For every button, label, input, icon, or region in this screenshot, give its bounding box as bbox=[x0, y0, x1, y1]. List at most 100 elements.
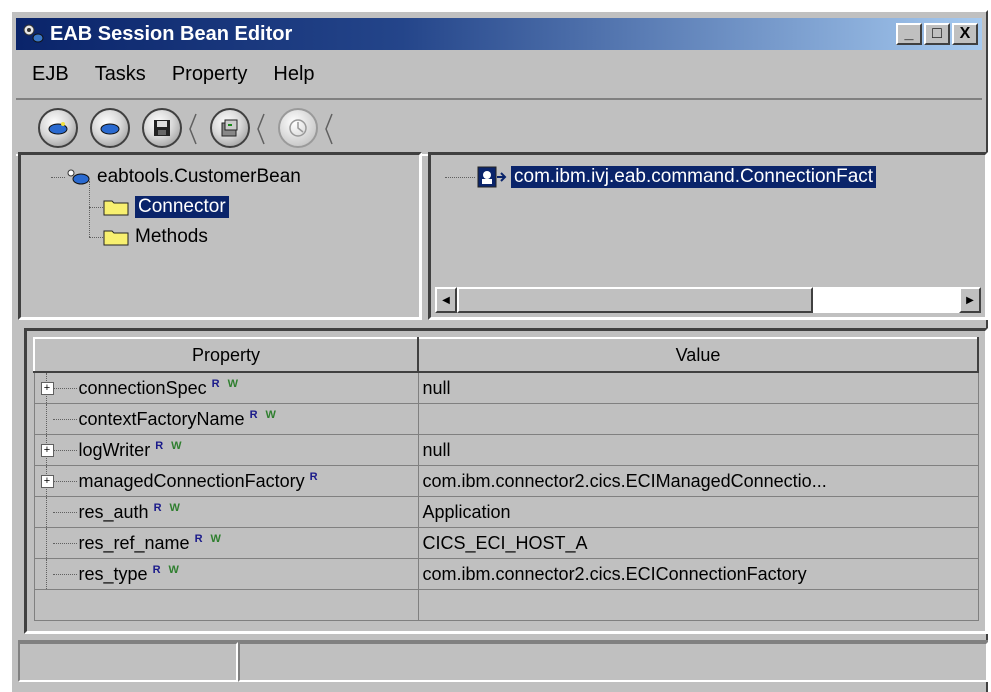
tree-connector bbox=[52, 450, 77, 451]
readable-badge: R bbox=[194, 532, 203, 545]
property-sheet-panel: Property Value + connectionSpec R Wnull co… bbox=[24, 328, 988, 634]
scroll-right-button[interactable]: ▶ bbox=[959, 287, 981, 313]
property-name: res_auth bbox=[78, 501, 149, 522]
property-name-cell[interactable]: + logWriter R W bbox=[33, 434, 419, 466]
toolbar-separator bbox=[325, 113, 333, 145]
tree-connector bbox=[45, 497, 47, 527]
save-button[interactable] bbox=[142, 108, 182, 148]
status-cell bbox=[18, 642, 238, 682]
property-name-cell[interactable]: res_auth R W bbox=[33, 496, 419, 528]
writable-badge: W bbox=[265, 408, 276, 421]
window-title: EAB Session Bean Editor bbox=[50, 22, 293, 45]
tree-item-connector[interactable]: Connector bbox=[103, 194, 229, 220]
toolbar-separator bbox=[189, 113, 197, 145]
table-row[interactable]: contextFactoryName R W bbox=[33, 403, 979, 435]
tree-connector bbox=[45, 404, 47, 434]
property-value-cell[interactable]: null bbox=[417, 371, 979, 404]
folder-icon bbox=[103, 200, 129, 216]
property-value-cell[interactable] bbox=[417, 403, 979, 435]
tree-connector bbox=[52, 574, 77, 575]
writable-badge: W bbox=[227, 377, 238, 390]
connection-factory-item[interactable]: com.ibm.ivj.eab.command.ConnectionFact bbox=[477, 164, 877, 190]
tree-connector bbox=[45, 528, 47, 558]
tree-connector bbox=[45, 559, 47, 589]
table-row[interactable]: + connectionSpec R Wnull bbox=[33, 371, 979, 404]
minimize-icon: _ bbox=[904, 25, 914, 42]
value-column-header[interactable]: Value bbox=[417, 337, 979, 373]
property-name: logWriter bbox=[78, 439, 151, 460]
tree-connector bbox=[52, 543, 77, 544]
tree-item-methods[interactable]: Methods bbox=[103, 224, 208, 250]
arrow-left-icon: ◀ bbox=[442, 294, 450, 306]
tree-connector bbox=[445, 177, 475, 178]
open-bean-icon bbox=[100, 123, 120, 135]
property-name: connectionSpec bbox=[78, 377, 207, 398]
horizontal-scrollbar[interactable]: ◀ ▶ bbox=[435, 287, 981, 313]
save-icon bbox=[154, 120, 170, 136]
empty-row bbox=[33, 589, 979, 621]
property-value-cell[interactable]: com.ibm.connector2.cics.ECIManagedConnec… bbox=[417, 465, 979, 497]
expand-icon[interactable]: + bbox=[40, 444, 54, 457]
status-cell bbox=[238, 642, 988, 682]
property-value-cell[interactable]: null bbox=[417, 434, 979, 466]
menu-help[interactable]: Help bbox=[273, 63, 314, 86]
menu-ejb[interactable]: EJB bbox=[32, 63, 69, 86]
deploy-icon bbox=[289, 119, 307, 137]
connection-factory-icon bbox=[477, 166, 507, 188]
toolbar-separator bbox=[257, 113, 265, 145]
property-table: Property Value + connectionSpec R Wnull co… bbox=[33, 337, 979, 621]
property-column-header[interactable]: Property bbox=[33, 337, 419, 373]
writable-badge: W bbox=[169, 501, 180, 514]
table-row[interactable]: + managedConnectionFactory Rcom.ibm.conne… bbox=[33, 465, 979, 497]
property-name-cell[interactable]: res_ref_name R W bbox=[33, 527, 419, 559]
writable-badge: W bbox=[210, 532, 221, 545]
minimize-button[interactable]: _ bbox=[896, 23, 922, 45]
table-row[interactable]: + logWriter R Wnull bbox=[33, 434, 979, 466]
folder-icon bbox=[103, 230, 129, 246]
menu-bar: EJB Tasks Property Help bbox=[16, 58, 325, 90]
readable-badge: R bbox=[153, 501, 162, 514]
scroll-thumb[interactable] bbox=[457, 287, 813, 313]
bean-app-icon bbox=[22, 23, 46, 45]
tree-item-root[interactable]: eabtools.CustomerBean bbox=[65, 164, 301, 190]
menu-property[interactable]: Property bbox=[172, 63, 248, 86]
readable-badge: R bbox=[152, 563, 161, 576]
new-bean-button[interactable] bbox=[38, 108, 78, 148]
new-bean-icon bbox=[48, 122, 68, 135]
property-name: managedConnectionFactory bbox=[78, 470, 305, 491]
table-row[interactable]: res_ref_name R W CICS_ECI_HOST_A bbox=[33, 527, 979, 559]
status-bar bbox=[18, 640, 988, 684]
expand-icon[interactable]: + bbox=[40, 475, 54, 488]
menu-tasks[interactable]: Tasks bbox=[95, 63, 146, 86]
maximize-button[interactable]: □ bbox=[924, 23, 950, 45]
expand-icon[interactable]: + bbox=[40, 382, 54, 395]
property-name-cell[interactable]: + managedConnectionFactory R bbox=[33, 465, 419, 497]
close-icon: X bbox=[959, 25, 971, 42]
property-value-cell[interactable]: com.ibm.connector2.cics.ECIConnectionFac… bbox=[417, 558, 979, 590]
connector-detail-panel: com.ibm.ivj.eab.command.ConnectionFact ◀… bbox=[428, 152, 988, 320]
title-bar[interactable]: EAB Session Bean Editor _ □ X bbox=[16, 18, 982, 50]
bean-tree-panel: eabtools.CustomerBean Connector Methods bbox=[18, 152, 422, 320]
open-bean-button[interactable] bbox=[90, 108, 130, 148]
close-button[interactable]: X bbox=[952, 23, 978, 45]
property-name-cell[interactable]: res_type R W bbox=[33, 558, 419, 590]
tree-connector bbox=[89, 237, 103, 238]
property-name-cell[interactable]: contextFactoryName R W bbox=[33, 403, 419, 435]
maximize-icon: □ bbox=[932, 25, 942, 42]
property-name: res_type bbox=[78, 563, 148, 584]
property-name: contextFactoryName bbox=[78, 408, 245, 429]
property-name-cell[interactable]: + connectionSpec R W bbox=[33, 371, 419, 404]
empty-cell bbox=[417, 589, 979, 621]
scroll-left-button[interactable]: ◀ bbox=[435, 287, 457, 313]
scroll-track[interactable] bbox=[457, 287, 959, 313]
writable-badge: W bbox=[171, 439, 182, 452]
property-value-cell[interactable]: Application bbox=[417, 496, 979, 528]
tree-connector bbox=[52, 388, 77, 389]
table-row[interactable]: res_auth R W Application bbox=[33, 496, 979, 528]
property-value-cell[interactable]: CICS_ECI_HOST_A bbox=[417, 527, 979, 559]
generate-button[interactable] bbox=[210, 108, 250, 148]
deploy-button[interactable] bbox=[278, 108, 318, 148]
table-row[interactable]: res_type R Wcom.ibm.connector2.cics.ECIC… bbox=[33, 558, 979, 590]
generate-icon bbox=[221, 119, 238, 137]
connection-factory-label: com.ibm.ivj.eab.command.ConnectionFact bbox=[511, 166, 877, 188]
